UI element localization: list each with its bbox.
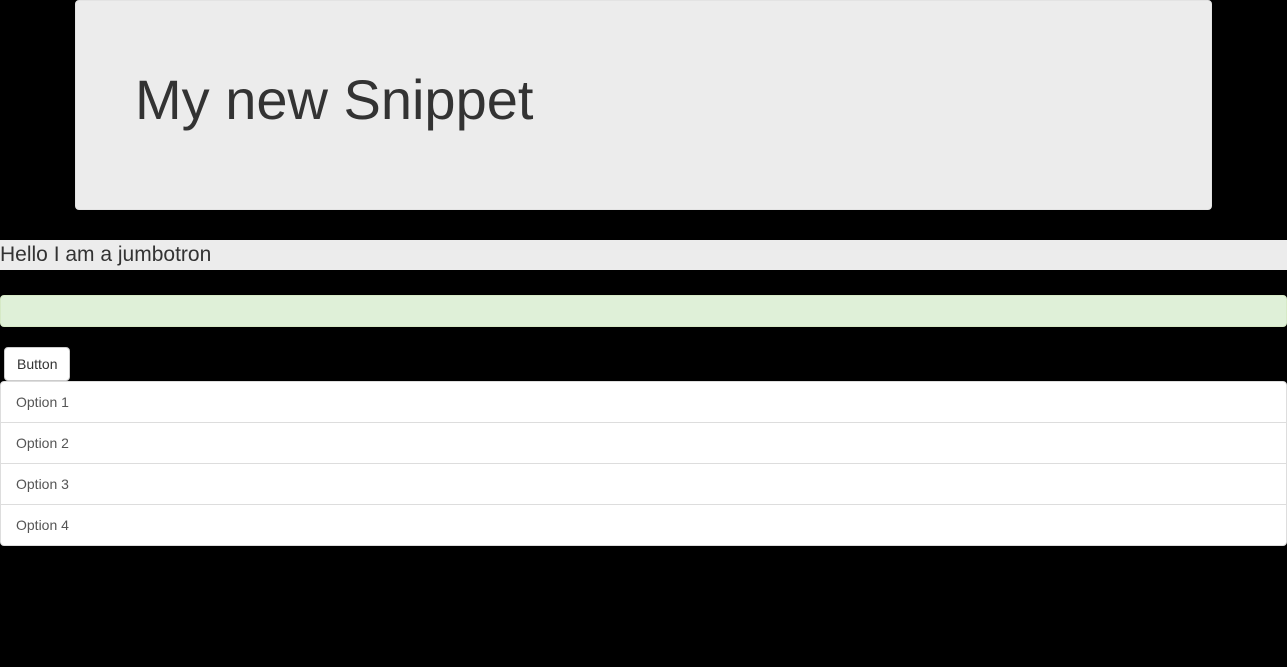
list-item[interactable]: Option 2 <box>0 422 1287 464</box>
jumbotron-text: Hello I am a jumbotron <box>0 240 1287 270</box>
list-item[interactable]: Option 4 <box>0 504 1287 546</box>
default-button[interactable]: Button <box>4 347 70 381</box>
options-list: Option 1 Option 2 Option 3 Option 4 <box>0 381 1287 546</box>
well-panel: My new Snippet <box>75 0 1212 210</box>
jumbotron-panel: Hello I am a jumbotron <box>0 240 1287 270</box>
well-title: My new Snippet <box>95 20 1192 190</box>
list-item[interactable]: Option 1 <box>0 381 1287 423</box>
alert-success <box>0 295 1287 327</box>
list-item[interactable]: Option 3 <box>0 463 1287 505</box>
